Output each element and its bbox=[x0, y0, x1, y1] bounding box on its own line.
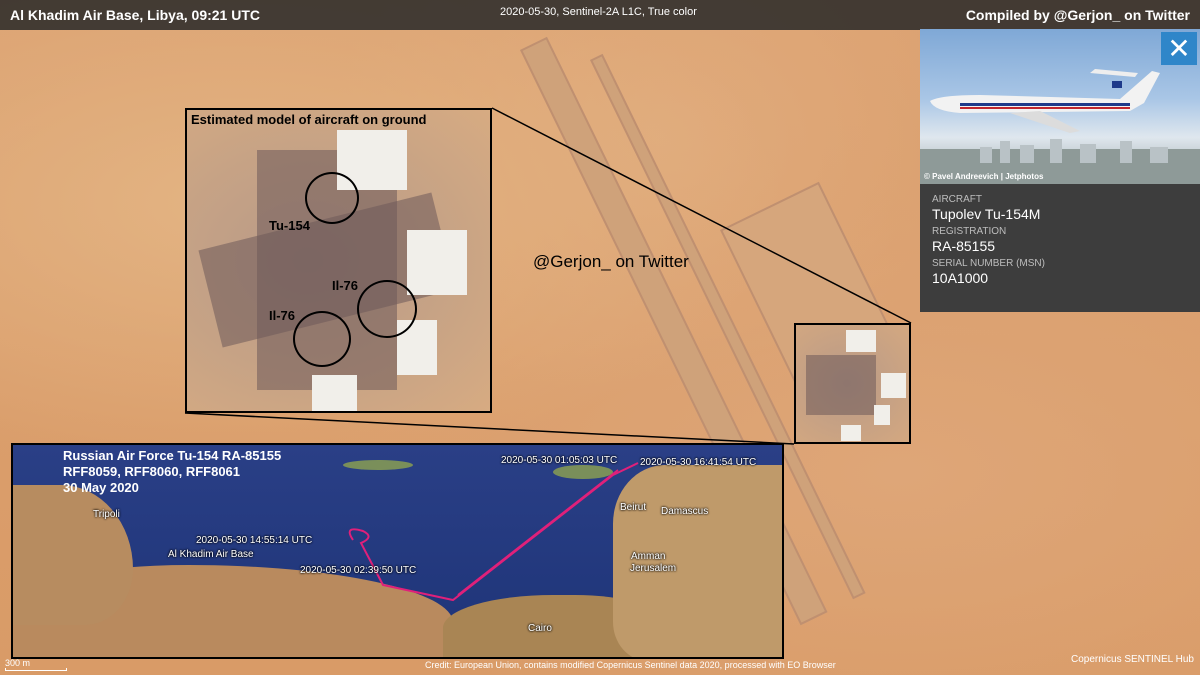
field-label: AIRCRAFT bbox=[932, 194, 982, 205]
aircraft-label: Il-76 bbox=[269, 308, 296, 323]
zoom-inset: Estimated model of aircraft on ground Tu… bbox=[185, 108, 492, 413]
aircraft-marker bbox=[357, 280, 417, 338]
aircraft-label: Tu-154 bbox=[269, 218, 310, 233]
field-value: RA-85155 bbox=[932, 238, 996, 254]
place-label: Jerusalem bbox=[630, 563, 677, 574]
provider-logos: Copernicus SENTINEL Hub bbox=[1070, 654, 1194, 665]
field-value: 10A1000 bbox=[932, 270, 989, 286]
watermark: @Gerjon_ on Twitter bbox=[533, 252, 689, 271]
place-label: Cairo bbox=[528, 623, 552, 634]
photo-credit: © Pavel Andreevich | Jetphotos bbox=[924, 172, 1044, 181]
field-value: Tupolev Tu-154M bbox=[932, 206, 1041, 222]
scale-bar bbox=[5, 668, 67, 671]
aircraft-illustration bbox=[920, 69, 1200, 184]
aircraft-marker bbox=[305, 172, 359, 224]
timestamp-label: 2020-05-30 01:05:03 UTC bbox=[501, 455, 618, 466]
image-credit: Credit: European Union, contains modifie… bbox=[425, 660, 836, 670]
aircraft-marker bbox=[293, 311, 351, 367]
timestamp-label: 2020-05-30 02:39:50 UTC bbox=[300, 565, 417, 576]
timestamp-label: 2020-05-30 16:41:54 UTC bbox=[640, 457, 757, 468]
info-fields: AIRCRAFT Tupolev Tu-154M REGISTRATION RA… bbox=[920, 184, 1200, 312]
close-button[interactable]: ✕ bbox=[1161, 32, 1197, 65]
field-label: SERIAL NUMBER (MSN) bbox=[932, 258, 1045, 269]
apron-highlight-box bbox=[794, 323, 911, 444]
aircraft-photo: © Pavel Andreevich | Jetphotos ✕ bbox=[920, 29, 1200, 184]
place-label: Amman bbox=[631, 551, 666, 562]
aircraft-info-panel: © Pavel Andreevich | Jetphotos ✕ AIRCRAF… bbox=[920, 29, 1200, 312]
map-title: Russian Air Force Tu-154 RA-85155 RFF805… bbox=[63, 448, 282, 495]
place-label: Tripoli bbox=[93, 509, 120, 520]
zoom-title: Estimated model of aircraft on ground bbox=[191, 112, 427, 127]
flight-track-map: Russian Air Force Tu-154 RA-85155 RFF805… bbox=[11, 443, 784, 659]
place-label: Al Khadim Air Base bbox=[168, 549, 254, 560]
place-label: Beirut bbox=[620, 502, 647, 513]
scale-bar-label: 300 m bbox=[5, 658, 31, 668]
aircraft-label: Il-76 bbox=[332, 278, 359, 293]
place-label: Damascus bbox=[661, 506, 709, 517]
field-label: REGISTRATION bbox=[932, 226, 1007, 237]
timestamp-label: 2020-05-30 14:55:14 UTC bbox=[196, 535, 313, 546]
